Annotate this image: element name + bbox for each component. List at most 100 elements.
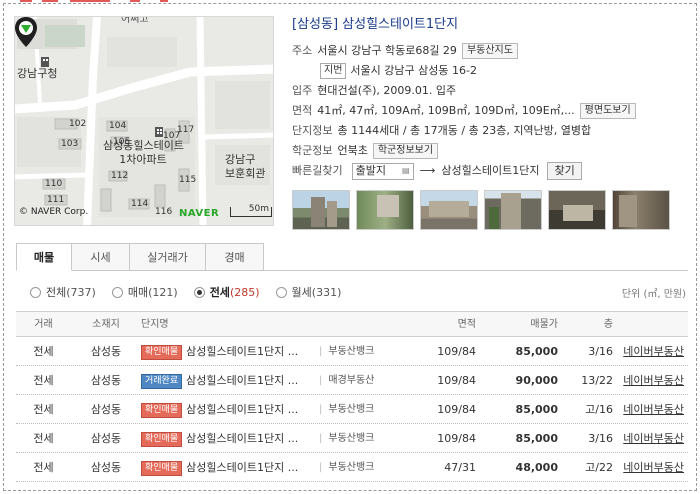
real-estate-map-button[interactable]: 부동산지도 bbox=[461, 43, 518, 59]
filter-jeonse[interactable]: 전세 (285) bbox=[193, 284, 260, 300]
tab-listings[interactable]: 매물 bbox=[16, 243, 72, 271]
filter-sale[interactable]: 매매 (121) bbox=[111, 284, 178, 300]
tab-actual-transactions[interactable]: 실거래가 bbox=[130, 243, 206, 271]
row-price: 90,000 bbox=[515, 374, 558, 387]
map-label-complex-line2: 1차아파트 bbox=[119, 153, 167, 166]
radio-icon[interactable] bbox=[111, 286, 123, 298]
filter-all-count: (737) bbox=[66, 285, 96, 299]
row-location: 삼성동 bbox=[90, 374, 122, 387]
row-link-cell: 네이버부동산 bbox=[613, 453, 688, 481]
naver-real-estate-link[interactable]: 네이버부동산 bbox=[623, 403, 684, 416]
map-building-number: 110 bbox=[45, 179, 63, 189]
photo-thumbnail[interactable] bbox=[484, 190, 542, 230]
filter-monthly-label: 월세 bbox=[291, 286, 312, 299]
map-label-top: 어쩌고 bbox=[121, 16, 149, 25]
radio-icon[interactable] bbox=[30, 286, 41, 298]
area-value: 41㎡, 47㎡, 109A㎡, 109B㎡, 109D㎡, 109E㎡,... bbox=[317, 104, 575, 117]
map-label-district-office: 강남구청 bbox=[17, 67, 58, 80]
row-price: 85,000 bbox=[515, 345, 558, 358]
complex-info-value: 총 1144세대 / 총 17개동 / 총 23층, 지역난방, 열병합 bbox=[337, 124, 592, 137]
photo-thumbnail[interactable] bbox=[356, 190, 414, 230]
filter-sale-count: (121) bbox=[148, 285, 178, 299]
row-separator: | bbox=[319, 346, 323, 357]
map-copyright: © NAVER Corp. bbox=[19, 207, 89, 217]
deal-type-filters: 전체 (737) 매매 (121) 전세 (285) 월세 (331) bbox=[30, 284, 357, 300]
map-building-number: 111 bbox=[47, 195, 65, 205]
naver-real-estate-link[interactable]: 네이버부동산 bbox=[623, 432, 684, 445]
row-complex-name[interactable]: 삼성힐스테이트1단지 ... bbox=[186, 403, 298, 416]
map-pin-icon[interactable] bbox=[15, 17, 37, 47]
route-origin-select[interactable]: 출발지 ▤ bbox=[351, 162, 414, 180]
table-header: 거래 소재지 단지명 면적 매물가 층 bbox=[16, 311, 688, 337]
naver-real-estate-link[interactable]: 네이버부동산 bbox=[623, 374, 684, 387]
row-agent: 부동산뱅크 bbox=[328, 462, 375, 473]
school-value: 언북초 bbox=[337, 144, 368, 157]
radio-icon[interactable] bbox=[275, 286, 287, 298]
col-price: 매물가 bbox=[530, 319, 558, 330]
col-location: 소재지 bbox=[92, 319, 120, 330]
row-complex-name[interactable]: 삼성힐스테이트1단지 ... bbox=[186, 432, 298, 445]
school-info-button[interactable]: 학군정보보기 bbox=[372, 143, 439, 159]
map-building-number: 102 bbox=[69, 119, 87, 129]
row-location: 삼성동 bbox=[90, 345, 122, 358]
table-row[interactable]: 전세 삼성동 거래완료 삼성힐스테이트1단지 ... | 매경부동산 109/84 … bbox=[16, 366, 688, 395]
row-agent-cell: | 부동산뱅크 bbox=[319, 395, 416, 423]
row-link-cell: 네이버부동산 bbox=[613, 366, 688, 394]
building-icon bbox=[155, 127, 163, 137]
photo-thumbnail[interactable] bbox=[612, 190, 670, 230]
row-location: 삼성동 bbox=[90, 432, 122, 445]
unit-note: 단위 (㎡, 만원) bbox=[621, 289, 686, 300]
row-price: 48,000 bbox=[515, 461, 558, 474]
map-building-number: 114 bbox=[131, 199, 149, 209]
row-area: 109/84 bbox=[437, 403, 476, 416]
row-complex-name[interactable]: 삼성힐스테이트1단지 ... bbox=[186, 374, 298, 387]
tab-market-price[interactable]: 시세 bbox=[72, 243, 130, 271]
row-agent: 부동산뱅크 bbox=[328, 346, 375, 357]
route-destination: 삼성힐스테이트1단지 bbox=[441, 164, 540, 177]
col-name: 단지명 bbox=[141, 319, 169, 330]
naver-real-estate-link[interactable]: 네이버부동산 bbox=[623, 461, 684, 474]
address-label: 주소 bbox=[292, 44, 313, 57]
map-label-center: 강남구 보훈회관 bbox=[225, 153, 265, 181]
naver-real-estate-link[interactable]: 네이버부동산 bbox=[623, 345, 684, 358]
photo-thumbnails bbox=[292, 190, 670, 230]
filter-monthly-rent[interactable]: 월세 (331) bbox=[275, 284, 341, 300]
complex-title[interactable]: [삼성동] 삼성힐스테이트1단지 bbox=[292, 16, 692, 34]
table-body: 전세 삼성동 확인매물 삼성힐스테이트1단지 ... | 부동산뱅크 109/84 … bbox=[16, 337, 688, 482]
complex-map[interactable]: 강남구청 어쩌고 삼성동힐스테이트 1차아파트 강남구 보훈회관 102 103… bbox=[14, 16, 274, 226]
map-building-number: 115 bbox=[179, 175, 197, 185]
building-icon bbox=[41, 57, 49, 67]
filter-all-label: 전체 bbox=[46, 286, 67, 299]
radio-selected-icon[interactable] bbox=[193, 286, 205, 298]
row-link-cell: 네이버부동산 bbox=[613, 395, 688, 423]
table-row[interactable]: 전세 삼성동 확인매물 삼성힐스테이트1단지 ... | 부동산뱅크 109/84 … bbox=[16, 424, 688, 453]
find-route-button[interactable]: 찾기 bbox=[547, 162, 582, 180]
school-row: 학군정보 언북초 학군정보보기 bbox=[292, 141, 692, 161]
photo-thumbnail[interactable] bbox=[292, 190, 350, 230]
route-row: 빠른길찾기 출발지 ▤ ⟶ 삼성힐스테이트1단지 찾기 bbox=[292, 161, 692, 181]
row-complex-name[interactable]: 삼성힐스테이트1단지 ... bbox=[186, 345, 298, 358]
row-deal: 전세 bbox=[33, 374, 54, 387]
row-floor: 13/22 bbox=[581, 374, 613, 387]
row-complex-name[interactable]: 삼성힐스테이트1단지 ... bbox=[186, 461, 298, 474]
photo-thumbnail[interactable] bbox=[420, 190, 478, 230]
row-floor: 고/16 bbox=[585, 403, 613, 416]
filter-all[interactable]: 전체 (737) bbox=[30, 284, 96, 300]
table-row[interactable]: 전세 삼성동 확인매물 삼성힐스테이트1단지 ... | 부동산뱅크 109/84 … bbox=[16, 337, 688, 366]
table-row[interactable]: 전세 삼성동 확인매물 삼성힐스테이트1단지 ... | 부동산뱅크 47/31 4… bbox=[16, 453, 688, 482]
map-building-number: 116 bbox=[155, 207, 173, 217]
row-agent-cell: | 부동산뱅크 bbox=[319, 453, 416, 481]
row-agent-cell: | 부동산뱅크 bbox=[319, 337, 416, 365]
area-label: 면적 bbox=[292, 104, 313, 117]
tab-auction[interactable]: 경매 bbox=[206, 243, 264, 271]
col-deal: 거래 bbox=[34, 319, 53, 330]
photo-thumbnail[interactable] bbox=[548, 190, 606, 230]
col-agent bbox=[319, 312, 416, 336]
map-scale-bar: 50m bbox=[230, 204, 272, 217]
area-row: 면적 41㎡, 47㎡, 109A㎡, 109B㎡, 109D㎡, 109E㎡,… bbox=[292, 101, 692, 121]
table-row[interactable]: 전세 삼성동 확인매물 삼성힐스테이트1단지 ... | 부동산뱅크 109/84 … bbox=[16, 395, 688, 424]
floorplan-button[interactable]: 평면도보기 bbox=[579, 103, 636, 119]
row-agent-cell: | 매경부동산 bbox=[319, 366, 416, 394]
row-separator: | bbox=[319, 404, 323, 415]
map-building-number: 104 bbox=[109, 121, 127, 131]
